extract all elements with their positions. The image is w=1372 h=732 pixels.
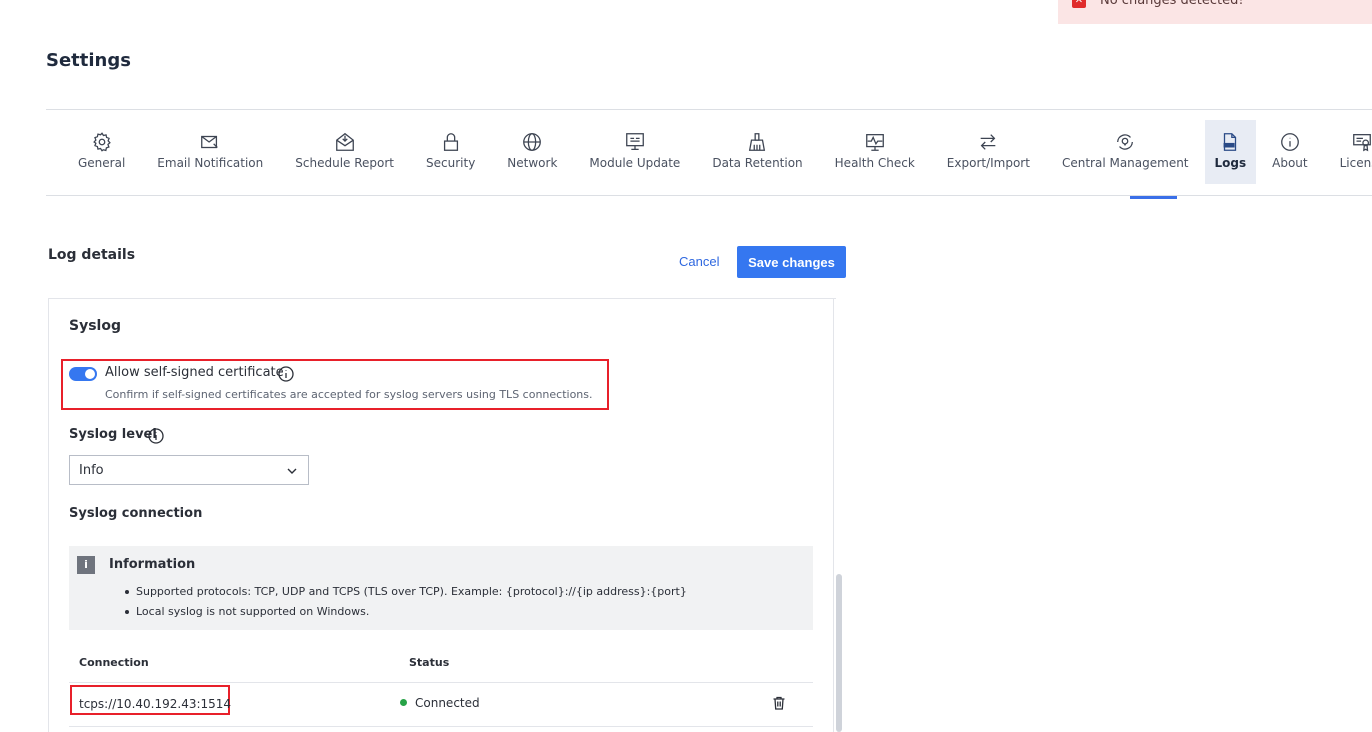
info-icon[interactable]	[278, 366, 294, 382]
divider	[69, 682, 813, 683]
monitor-icon	[625, 133, 644, 150]
tab-security[interactable]: Security	[410, 120, 491, 184]
column-header-status: Status	[409, 656, 450, 669]
tab-label: Central Management	[1061, 156, 1189, 170]
allow-self-signed-label: Allow self-signed certificate	[105, 365, 284, 380]
syslog-level-label: Syslog level	[69, 427, 157, 442]
globe-icon	[523, 133, 542, 151]
info-icon[interactable]	[148, 428, 164, 444]
tab-data-retention[interactable]: Data Retention	[696, 120, 818, 184]
tab-export-import[interactable]: Export/Import	[931, 120, 1046, 184]
tab-label: Data Retention	[712, 156, 803, 170]
allow-self-signed-toggle[interactable]	[69, 367, 97, 381]
settings-tabs: General Email Notification Schedule Repo…	[62, 120, 1372, 196]
broom-icon	[749, 133, 766, 151]
tab-label: Logs	[1214, 156, 1247, 170]
tab-label: Export/Import	[946, 156, 1030, 170]
log-file-icon	[1223, 133, 1237, 151]
section-title: Log details	[48, 247, 136, 263]
status-value: Connected	[415, 696, 480, 710]
envelope-open-icon	[335, 132, 354, 151]
divider	[46, 195, 1372, 196]
syslog-level-select[interactable]: Info	[69, 455, 309, 485]
trash-icon[interactable]	[771, 695, 787, 711]
lock-icon	[443, 133, 458, 151]
toast-message: No changes detected!	[1100, 0, 1244, 8]
arrows-swap-icon	[981, 134, 996, 150]
cancel-button[interactable]: Cancel	[670, 246, 728, 278]
gear-icon	[92, 132, 111, 152]
page-title: Settings	[46, 50, 131, 71]
tab-central-management[interactable]: Central Management	[1046, 120, 1205, 184]
tab-label: General	[78, 156, 126, 170]
syslog-connection-label: Syslog connection	[69, 506, 203, 521]
save-changes-button[interactable]: Save changes	[737, 246, 846, 278]
tab-label: About	[1272, 156, 1308, 170]
tab-logs[interactable]: Logs	[1204, 120, 1257, 184]
error-x-icon: ✕	[1072, 0, 1086, 8]
tab-label: Health Check	[834, 156, 915, 170]
info-icon	[1280, 133, 1299, 151]
chevron-down-icon	[287, 468, 297, 474]
pulse-monitor-icon	[865, 134, 884, 151]
connection-value: tcps://10.40.192.43:1514	[79, 697, 232, 711]
information-title: Information	[109, 557, 196, 572]
tab-about[interactable]: About	[1256, 120, 1323, 184]
tab-label: Security	[426, 156, 476, 170]
status-connected-dot-icon	[400, 699, 407, 706]
syslog-heading: Syslog	[69, 318, 121, 334]
tab-health-check[interactable]: Health Check	[819, 120, 931, 184]
tab-label: Network	[507, 156, 558, 170]
divider	[46, 109, 1372, 110]
tab-general[interactable]: General	[62, 120, 141, 184]
information-box: i Information Supported protocols: TCP, …	[69, 546, 813, 630]
tab-label: Schedule Report	[295, 156, 395, 170]
scrollbar-thumb[interactable]	[836, 574, 842, 732]
tab-network[interactable]: Network	[491, 120, 573, 184]
list-item: Supported protocols: TCP, UDP and TCPS (…	[125, 582, 687, 602]
list-item: Local syslog is not supported on Windows…	[125, 602, 687, 622]
tab-label: Module Update	[589, 156, 681, 170]
information-list: Supported protocols: TCP, UDP and TCPS (…	[125, 582, 687, 622]
tab-label: Email Notification	[157, 156, 264, 170]
certificate-icon	[1353, 134, 1372, 152]
column-header-connection: Connection	[79, 656, 149, 669]
info-badge-icon: i	[77, 556, 95, 574]
syslog-level-value: Info	[79, 463, 104, 478]
tab-label: License	[1339, 156, 1372, 170]
allow-self-signed-description: Confirm if self-signed certificates are …	[105, 388, 593, 401]
tab-license[interactable]: License	[1324, 120, 1372, 184]
tab-module-update[interactable]: Module Update	[573, 120, 696, 184]
divider	[69, 726, 813, 727]
tab-schedule-report[interactable]: Schedule Report	[279, 120, 410, 184]
bulb-cycle-icon	[1117, 134, 1134, 150]
error-toast: ✕ No changes detected!	[1058, 0, 1372, 24]
active-tab-indicator	[1130, 196, 1177, 199]
mail-icon	[201, 135, 219, 149]
tab-email-notification[interactable]: Email Notification	[141, 120, 279, 184]
